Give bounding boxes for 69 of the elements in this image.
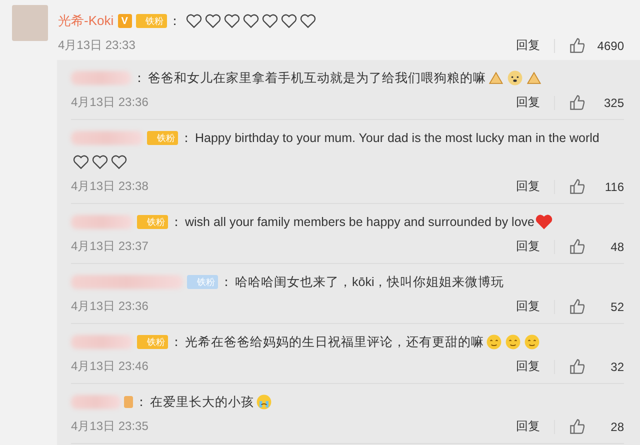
reply-link[interactable]: 回复 [516,298,540,315]
reply-link[interactable]: 回复 [516,358,540,375]
blurred-username [71,71,131,85]
heart-outline-icon [222,12,241,30]
fan-badge: 铁粉 [137,335,168,349]
fan-badge: 铁粉 [136,14,167,28]
like-count: 325 [602,96,624,110]
heart-outline-icon [72,153,90,171]
crying-face-icon [255,393,273,411]
thumbs-up-icon[interactable] [569,178,586,195]
blurred-username [71,335,133,349]
timestamp: 4月13日 23:46 [71,358,150,375]
heart-icon [535,213,554,231]
colon: ： [133,70,146,86]
heart-outline-icon [280,12,298,30]
timestamp: 4月13日 23:38 [71,178,150,195]
blurred-username [71,395,121,409]
heart-outline-icon [91,153,109,171]
like-count: 116 [604,180,624,194]
thumbs-up-icon[interactable] [569,238,586,255]
reply-text: wish all your family members be happy and surrounded by love [185,215,534,229]
reply-link[interactable]: 回复 [516,238,540,255]
thumbs-up-icon[interactable] [569,298,586,315]
timestamp: 4月13日 23:33 [58,37,136,54]
colon: ： [170,214,183,230]
reply-link[interactable]: 回复 [516,94,540,111]
fan-badge: 铁粉 [187,275,218,289]
like-count: 32 [610,360,624,374]
colon: ： [170,334,183,350]
avatar [12,5,48,41]
colon: ： [135,394,148,410]
heart-outline-icon [110,153,128,171]
heart-outline-icon [184,12,203,30]
heart-outline-icon [204,12,222,30]
blurred-username [71,215,133,229]
dog-face-icon [506,69,524,87]
timestamp: 4月13日 23:37 [71,238,150,255]
timestamp: 4月13日 23:35 [71,418,150,435]
like-count: 4690 [596,38,624,52]
heart-outline-icon [298,12,317,30]
reply-link[interactable]: 回复 [516,418,540,435]
like-count: 28 [610,420,624,434]
fan-badge: 铁粉 [137,215,168,229]
thumbs-up-icon[interactable] [569,37,586,54]
reply-link[interactable]: 回复 [516,37,540,54]
reply-text: Happy birthday to your mum. Your dad is the most lucky man in the world [195,131,600,145]
like-count: 48 [610,240,624,254]
colon: ： [220,274,233,290]
reply-text: 哈哈哈闺女也来了，kōki，快叫你姐姐来微博玩 [235,274,504,290]
reply-text: 光希在爸爸给妈妈的生日祝福里评论，还有更甜的嘛 [185,334,484,350]
heart-outline-icon [260,12,279,30]
like-count: 52 [610,300,624,314]
fan-badge: 铁粉 [147,131,178,145]
thumbs-up-icon[interactable] [569,358,586,375]
colon: ： [180,130,193,146]
timestamp: 4月13日 23:36 [71,94,150,111]
smiling-face-icon [485,333,503,351]
smiling-face-icon [504,333,522,351]
verified-badge: V [118,14,132,28]
smiling-face-icon [523,333,541,351]
heart-outline-icon [242,12,260,30]
reply-text: 爸爸和女儿在家里拿着手机互动就是为了给我们喂狗粮的嘛 [148,70,486,86]
blurred-username [71,131,143,145]
colon: ： [168,12,182,30]
reply-link[interactable]: 回复 [516,178,540,195]
timestamp: 4月13日 23:36 [71,298,150,315]
thumbs-up-icon[interactable] [569,418,586,435]
reply-text: 在爱里长大的小孩 [150,394,254,410]
thumbs-up-icon[interactable] [569,94,586,111]
